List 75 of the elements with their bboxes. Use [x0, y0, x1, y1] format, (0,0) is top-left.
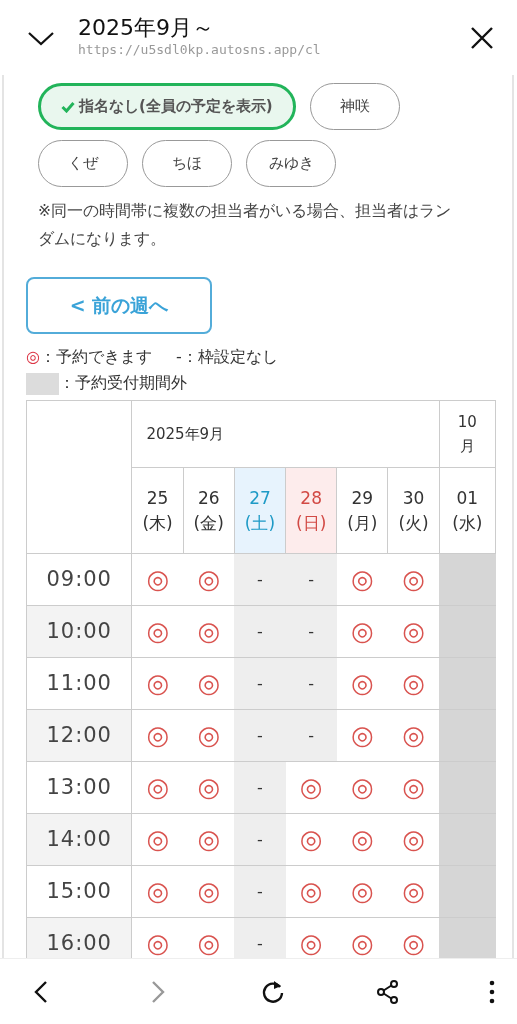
page-url: https://u5sdl0kp.autosns.app/cl — [78, 40, 322, 59]
no-slot-cell: - — [234, 605, 286, 658]
available-slot[interactable]: ◎ — [336, 813, 388, 866]
no-slot-cell: - — [285, 553, 337, 606]
available-slot[interactable]: ◎ — [336, 709, 388, 762]
page-title: 2025年9月～ — [78, 15, 215, 40]
available-slot[interactable]: ◎ — [336, 865, 388, 918]
close-icon — [469, 24, 495, 51]
no-slot-cell: - — [234, 917, 286, 958]
no-slot-cell: - — [285, 709, 337, 762]
time-cell: 16:00 — [26, 917, 132, 958]
date-header: 01 (水) — [439, 467, 496, 554]
date-header: 29 (月) — [336, 467, 388, 554]
closed-cell — [439, 761, 496, 814]
closed-cell — [439, 865, 496, 918]
time-cell: 15:00 — [26, 865, 132, 918]
closed-cell — [439, 605, 496, 658]
closed-cell — [439, 813, 496, 866]
available-slot[interactable]: ◎ — [336, 553, 388, 606]
time-cell: 10:00 — [26, 605, 132, 658]
available-slot[interactable]: ◎ — [336, 657, 388, 710]
available-slot[interactable]: ◎ — [131, 761, 184, 814]
month-header: 2025年9月 — [131, 400, 440, 468]
no-slot-cell: - — [234, 761, 286, 814]
check-icon — [61, 101, 75, 114]
time-cell: 13:00 — [26, 761, 132, 814]
legend-symbol: ◎ — [26, 347, 40, 366]
available-slot[interactable]: ◎ — [131, 709, 184, 762]
no-slot-cell: - — [234, 709, 286, 762]
staff-filter-chip[interactable]: みゆき — [246, 140, 336, 187]
available-slot[interactable]: ◎ — [285, 917, 337, 958]
available-slot[interactable]: ◎ — [131, 865, 184, 918]
no-slot-cell: - — [234, 657, 286, 710]
date-header: 26 (金) — [183, 467, 235, 554]
closed-cell — [439, 657, 496, 710]
no-slot-cell: - — [285, 657, 337, 710]
available-slot[interactable]: ◎ — [131, 657, 184, 710]
legend-symbol: - — [175, 347, 182, 366]
available-slot[interactable]: ◎ — [131, 605, 184, 658]
available-slot[interactable]: ◎ — [131, 553, 184, 606]
date-header: 27 (土) — [234, 467, 286, 554]
no-slot-cell: - — [234, 553, 286, 606]
legend-label: ：予約できます — [39, 347, 152, 366]
available-slot[interactable]: ◎ — [285, 865, 337, 918]
closed-cell — [439, 917, 496, 958]
time-cell: 14:00 — [26, 813, 132, 866]
available-slot[interactable]: ◎ — [336, 917, 388, 958]
available-slot[interactable]: ◎ — [131, 813, 184, 866]
legend-label: ：枠設定なし — [181, 347, 278, 366]
no-slot-cell: - — [285, 605, 337, 658]
closed-cell — [439, 553, 496, 606]
month-header: 10月 — [456, 412, 478, 457]
available-slot[interactable]: ◎ — [131, 917, 184, 958]
closed-swatch — [26, 372, 59, 395]
no-slot-cell: - — [234, 865, 286, 918]
legend-label: ：予約受付期間外 — [59, 373, 187, 392]
date-header: 25 (木) — [131, 467, 184, 554]
no-slot-cell: - — [234, 813, 286, 866]
time-cell: 12:00 — [26, 709, 132, 762]
previous-week-button[interactable]: < 前の週へ — [26, 277, 212, 334]
date-header: 28 (日) — [285, 467, 337, 554]
staff-filter-chip[interactable]: くぜ — [38, 140, 128, 187]
more-icon — [489, 979, 495, 1004]
staff-filter-chip[interactable]: 指名なし(全員の予定を表示) — [38, 83, 296, 130]
date-header: 30 (火) — [387, 467, 440, 554]
notice-text: ※同一の時間帯に複数の担当者がいる場合、担当者はランダムになります。 — [38, 201, 452, 250]
staff-filter-chip[interactable]: 神咲 — [309, 83, 400, 130]
closed-cell — [439, 709, 496, 762]
available-slot[interactable]: ◎ — [285, 761, 337, 814]
time-cell: 11:00 — [26, 657, 132, 710]
time-cell: 09:00 — [26, 553, 132, 606]
available-slot[interactable]: ◎ — [285, 813, 337, 866]
available-slot[interactable]: ◎ — [336, 761, 388, 814]
available-slot[interactable]: ◎ — [336, 605, 388, 658]
staff-filter-chip[interactable]: ちほ — [142, 140, 232, 187]
